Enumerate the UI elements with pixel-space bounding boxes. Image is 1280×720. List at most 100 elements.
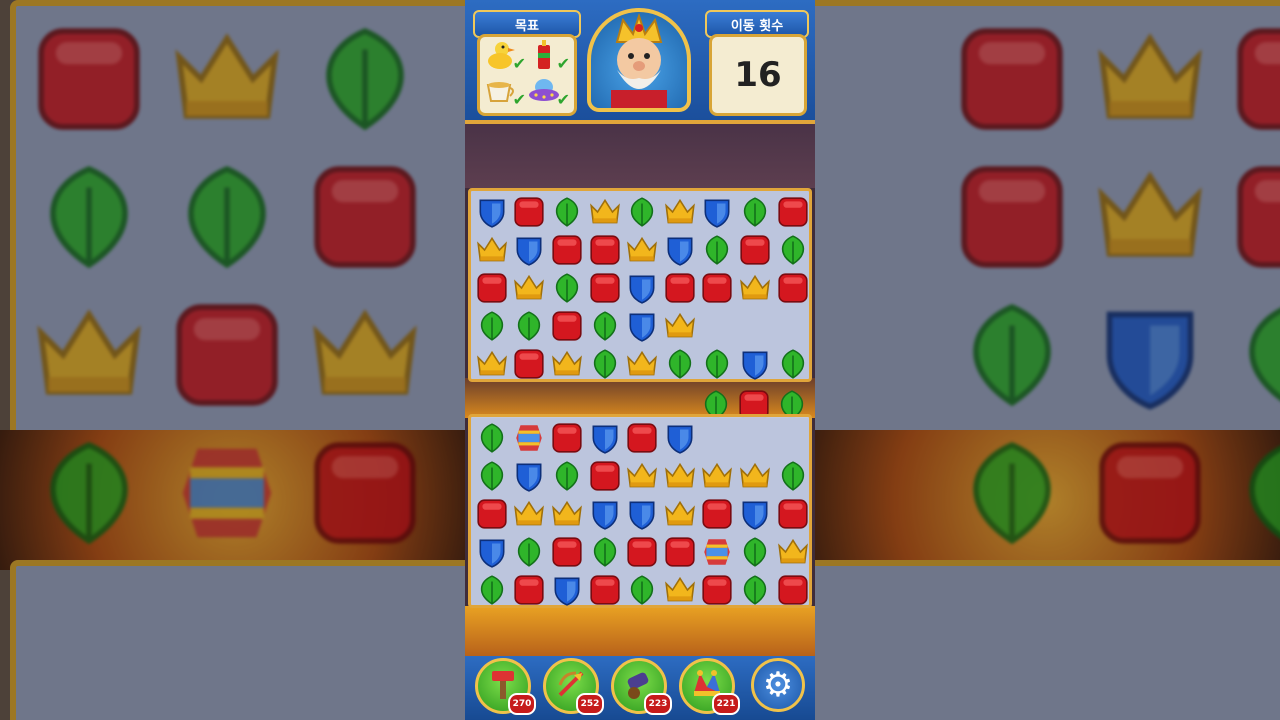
goal-panel[interactable]: ✔ ✔ ✔ ✔ xyxy=(477,34,577,116)
red-box-piece[interactable] xyxy=(511,571,549,609)
green-leaf-piece[interactable] xyxy=(586,345,624,383)
green-leaf-piece[interactable] xyxy=(774,457,812,495)
yellow-crown-piece[interactable] xyxy=(661,457,699,495)
red-box-piece[interactable] xyxy=(548,231,586,269)
red-box-piece[interactable] xyxy=(511,193,549,231)
green-leaf-piece[interactable] xyxy=(774,231,812,269)
yellow-crown-piece[interactable] xyxy=(661,571,699,609)
yellow-crown-piece[interactable] xyxy=(623,231,661,269)
red-box-piece[interactable] xyxy=(548,307,586,345)
yellow-crown-piece[interactable] xyxy=(511,495,549,533)
blue-shield-piece[interactable] xyxy=(623,495,661,533)
green-leaf-piece[interactable] xyxy=(774,345,812,383)
empty-cell xyxy=(699,419,737,457)
green-leaf-piece[interactable] xyxy=(473,571,511,609)
blue-shield-piece[interactable] xyxy=(473,193,511,231)
red-box-piece[interactable] xyxy=(586,231,624,269)
blue-shield-piece[interactable] xyxy=(511,457,549,495)
green-leaf-piece[interactable] xyxy=(511,307,549,345)
jester-hat-booster-button[interactable]: 221 xyxy=(679,658,740,715)
green-leaf-piece[interactable] xyxy=(548,193,586,231)
check-icon: ✔ xyxy=(556,54,570,73)
booster-count: 223 xyxy=(644,693,672,715)
booster-count: 252 xyxy=(576,693,604,715)
green-leaf-piece[interactable] xyxy=(586,533,624,571)
green-leaf-piece[interactable] xyxy=(736,193,774,231)
green-leaf-piece[interactable] xyxy=(548,457,586,495)
red-box-piece[interactable] xyxy=(774,193,812,231)
yellow-crown-piece[interactable] xyxy=(699,457,737,495)
red-box-piece[interactable] xyxy=(623,533,661,571)
red-box-piece[interactable] xyxy=(774,571,812,609)
red-box-piece[interactable] xyxy=(586,457,624,495)
red-box-piece[interactable] xyxy=(699,269,737,307)
yellow-crown-piece[interactable] xyxy=(511,269,549,307)
yellow-crown-piece[interactable] xyxy=(661,307,699,345)
blue-shield-piece[interactable] xyxy=(623,307,661,345)
red-box-piece[interactable] xyxy=(548,533,586,571)
yellow-crown-piece[interactable] xyxy=(548,345,586,383)
background-left xyxy=(0,0,465,720)
red-box-piece[interactable] xyxy=(736,231,774,269)
blue-shield-piece[interactable] xyxy=(586,419,624,457)
red-box-piece[interactable] xyxy=(699,571,737,609)
yellow-crown-piece[interactable] xyxy=(473,231,511,269)
green-leaf-piece[interactable] xyxy=(623,571,661,609)
board-bottom[interactable] xyxy=(468,414,812,608)
yellow-crown-piece[interactable] xyxy=(623,457,661,495)
red-box-piece[interactable] xyxy=(661,533,699,571)
red-box-piece[interactable] xyxy=(623,419,661,457)
yellow-crown-piece[interactable] xyxy=(473,345,511,383)
game-screen: 목표 ✔ ✔ ✔ ✔ 이동 횟수 16 270 252 223 221 ⚙ xyxy=(465,0,815,720)
cannon-booster-button[interactable]: 223 xyxy=(611,658,672,715)
empty-cell xyxy=(774,307,812,345)
red-box-piece[interactable] xyxy=(661,269,699,307)
blue-shield-piece[interactable] xyxy=(623,269,661,307)
red-box-piece[interactable] xyxy=(511,345,549,383)
green-leaf-piece[interactable] xyxy=(661,345,699,383)
blue-shield-piece[interactable] xyxy=(586,495,624,533)
blue-shield-piece[interactable] xyxy=(661,231,699,269)
green-leaf-piece[interactable] xyxy=(473,457,511,495)
yellow-crown-piece[interactable] xyxy=(736,457,774,495)
red-box-piece[interactable] xyxy=(548,419,586,457)
green-leaf-piece[interactable] xyxy=(511,533,549,571)
yellow-crown-piece[interactable] xyxy=(623,345,661,383)
red-box-piece[interactable] xyxy=(586,269,624,307)
green-leaf-piece[interactable] xyxy=(699,345,737,383)
blue-shield-piece[interactable] xyxy=(661,419,699,457)
green-leaf-piece[interactable] xyxy=(473,307,511,345)
red-box-piece[interactable] xyxy=(774,269,812,307)
green-leaf-piece[interactable] xyxy=(548,269,586,307)
red-box-piece[interactable] xyxy=(699,495,737,533)
yellow-crown-piece[interactable] xyxy=(661,495,699,533)
gear-icon[interactable]: ⚙ xyxy=(751,658,805,712)
blue-shield-piece[interactable] xyxy=(548,571,586,609)
green-leaf-piece[interactable] xyxy=(623,193,661,231)
blue-shield-piece[interactable] xyxy=(699,193,737,231)
green-leaf-piece[interactable] xyxy=(473,419,511,457)
red-box-piece[interactable] xyxy=(774,495,812,533)
green-leaf-piece[interactable] xyxy=(699,231,737,269)
yellow-crown-piece[interactable] xyxy=(548,495,586,533)
hammer-booster-button[interactable]: 270 xyxy=(475,658,536,715)
arrow-booster-button[interactable]: 252 xyxy=(543,658,604,715)
green-leaf-piece[interactable] xyxy=(736,571,774,609)
blue-shield-piece[interactable] xyxy=(511,231,549,269)
firework-icon: ✔ xyxy=(528,39,570,73)
red-box-piece[interactable] xyxy=(473,269,511,307)
red-box-piece[interactable] xyxy=(473,495,511,533)
toy-spinner-piece[interactable] xyxy=(511,419,549,457)
blue-shield-piece[interactable] xyxy=(473,533,511,571)
yellow-crown-piece[interactable] xyxy=(774,533,812,571)
yellow-crown-piece[interactable] xyxy=(586,193,624,231)
green-leaf-piece[interactable] xyxy=(736,533,774,571)
green-leaf-piece[interactable] xyxy=(586,307,624,345)
red-box-piece[interactable] xyxy=(586,571,624,609)
blue-shield-piece[interactable] xyxy=(736,495,774,533)
yellow-crown-piece[interactable] xyxy=(736,269,774,307)
yellow-crown-piece[interactable] xyxy=(661,193,699,231)
toy-spinner-piece[interactable] xyxy=(699,533,737,571)
blue-shield-piece[interactable] xyxy=(736,345,774,383)
board-top[interactable] xyxy=(468,188,812,382)
